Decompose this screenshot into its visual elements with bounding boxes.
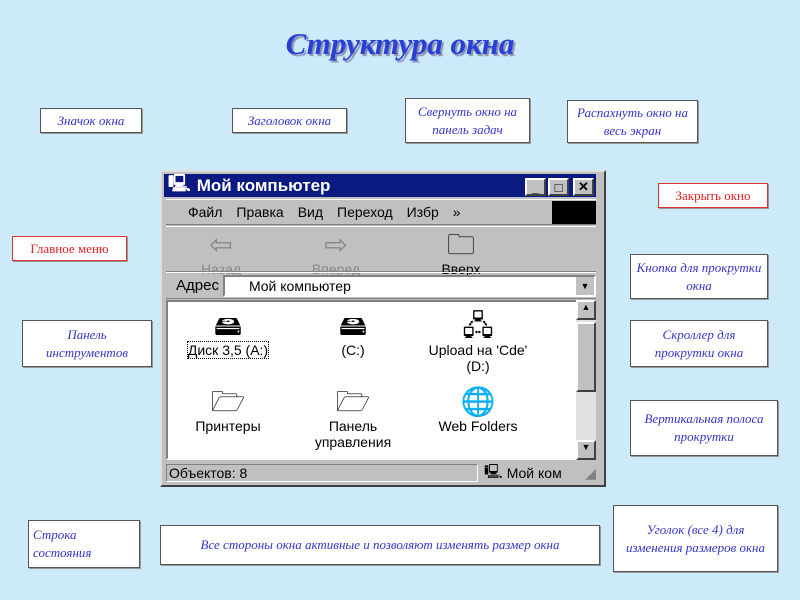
menu-go[interactable]: Переход bbox=[337, 204, 393, 220]
item-d[interactable]: 🖧 Upload на 'Cde' (D:) bbox=[418, 310, 538, 374]
callout-statusbar: Строка состояния bbox=[28, 520, 140, 568]
maximize-button[interactable]: □ bbox=[548, 178, 569, 196]
callout-toolbar: Панель инструментов bbox=[22, 320, 152, 367]
scroll-thumb[interactable] bbox=[576, 322, 596, 392]
control-panel-icon: 🗁 bbox=[335, 386, 371, 417]
up-button[interactable]: 🗀 Вверх bbox=[426, 229, 496, 277]
callout-close: Закрыть окно bbox=[658, 183, 768, 208]
printers-folder-icon: 🗁 bbox=[210, 386, 246, 417]
callout-sides: Все стороны окна активные и позволяют из… bbox=[160, 525, 600, 565]
computer-icon: 🖳 bbox=[484, 463, 503, 479]
address-dropdown-button[interactable]: ▼ bbox=[576, 276, 594, 295]
item-printers[interactable]: 🗁 Принтеры bbox=[168, 386, 288, 434]
callout-scroller: Скроллер для прокрутки окна bbox=[630, 320, 768, 367]
item-web-folders[interactable]: 🌐 Web Folders bbox=[418, 386, 538, 434]
menu-favorites[interactable]: Избр bbox=[407, 204, 439, 220]
windows-logo-icon bbox=[552, 201, 596, 224]
scroll-up-button[interactable]: ▲ bbox=[576, 300, 596, 320]
arrow-left-icon: ⇦ bbox=[209, 229, 233, 260]
callout-main-menu: Главное меню bbox=[12, 236, 127, 261]
scroll-down-button[interactable]: ▼ bbox=[576, 440, 596, 460]
callout-vertical-scrollbar: Вертикальная полоса прокрутки bbox=[630, 400, 778, 456]
address-bar: Адрес Мой компьютер ▼ bbox=[166, 272, 596, 299]
item-c[interactable]: 🖴 (C:) bbox=[293, 310, 413, 358]
callout-corner: Уголок (все 4) для изменения размеров ок… bbox=[613, 505, 778, 572]
address-input[interactable]: Мой компьютер ▼ bbox=[222, 274, 596, 297]
close-button[interactable]: ✕ bbox=[573, 178, 594, 196]
toolbar: ⇦ Назад ⇨ Вперед 🗀 Вверх bbox=[166, 226, 596, 277]
folder-up-icon: 🗀 bbox=[446, 229, 475, 260]
menu-edit[interactable]: Правка bbox=[236, 204, 283, 220]
callout-scroll-button: Кнопка для прокрутки окна bbox=[630, 254, 768, 299]
vertical-scrollbar[interactable]: ▲ ▼ bbox=[576, 300, 596, 460]
status-bar: Объектов: 8 🖳 Мой ком ◢ bbox=[166, 462, 596, 484]
floppy-drive-icon: 🖴 bbox=[213, 310, 243, 341]
item-control-panel[interactable]: 🗁 Панель управления bbox=[293, 386, 413, 450]
menu-view[interactable]: Вид bbox=[298, 204, 323, 220]
window-title: Мой компьютер bbox=[196, 175, 331, 195]
menu-file[interactable]: Файл bbox=[188, 204, 222, 220]
computer-icon: 🖳 bbox=[168, 174, 191, 193]
callout-window-icon: Значок окна bbox=[40, 108, 142, 133]
back-button[interactable]: ⇦ Назад bbox=[186, 229, 256, 277]
callout-minimize: Свернуть окно на панель задач bbox=[405, 98, 530, 143]
slide-title: Структура окна bbox=[285, 26, 515, 61]
chevron-icon[interactable]: » bbox=[453, 204, 461, 220]
window[interactable]: 🖳 Мой компьютер _ □ ✕ Файл Правка Вид Пе… bbox=[160, 170, 606, 487]
network-drive-icon: 🖧 bbox=[462, 310, 494, 341]
minimize-button[interactable]: _ bbox=[525, 178, 546, 196]
web-folders-icon: 🌐 bbox=[460, 386, 496, 417]
item-floppy[interactable]: 🖴 Диск 3,5 (A:) bbox=[168, 310, 288, 359]
resize-grip-icon[interactable]: ◢ bbox=[585, 465, 596, 482]
callout-maximize: Распахнуть окно на весь экран bbox=[567, 100, 698, 143]
forward-button[interactable]: ⇨ Вперед bbox=[301, 229, 371, 277]
hard-drive-icon: 🖴 bbox=[338, 310, 368, 341]
content-area: 🖴 Диск 3,5 (A:) 🖴 (C:) 🖧 Upload на 'Cde' (D… bbox=[166, 300, 578, 460]
title-bar[interactable]: 🖳 Мой компьютер _ □ ✕ bbox=[164, 174, 596, 197]
arrow-right-icon: ⇨ bbox=[324, 229, 348, 260]
menu-bar: Файл Правка Вид Переход Избр » bbox=[166, 199, 596, 225]
callout-window-title: Заголовок окна bbox=[232, 108, 347, 133]
